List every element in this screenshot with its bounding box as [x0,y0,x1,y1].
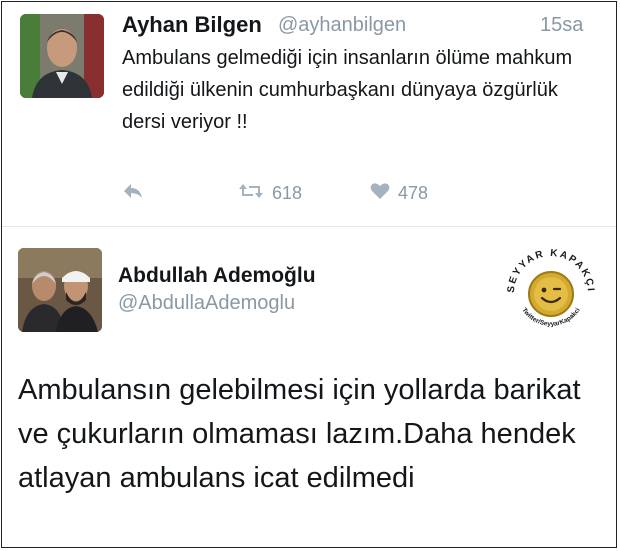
author-handle[interactable]: @AbdullaAdemoglu [118,292,295,315]
avatar[interactable] [18,248,102,332]
bottle-cap-logo: SEYYAR KAPAKÇI Twitter/SeyyarKapakci [498,240,604,346]
tweet-text: Ambulans gelmediği için insanların ölüme… [122,47,573,133]
retweet-button[interactable]: 618 [238,182,302,205]
tweet-actions: 618 478 [122,182,482,212]
divider [2,226,616,227]
avatar[interactable] [20,14,104,98]
reply-button[interactable] [122,182,144,205]
author-handle[interactable]: @ayhanbilgen [278,14,406,37]
retweet-count: 618 [272,183,303,203]
reply-icon [122,182,144,205]
tweet-text: Ambulansın gelebilmesi için yollarda bar… [18,374,581,494]
like-icon [370,182,390,205]
retweet-icon [238,182,264,205]
screenshot-frame: Ayhan Bilgen @ayhanbilgen 15sa Ambulans … [1,1,617,548]
timestamp[interactable]: 15sa [540,14,583,37]
author-name[interactable]: Ayhan Bilgen [122,12,262,38]
like-button[interactable]: 478 [370,182,428,205]
like-count: 478 [398,183,429,203]
author-name[interactable]: Abdullah Ademoğlu [118,264,316,288]
